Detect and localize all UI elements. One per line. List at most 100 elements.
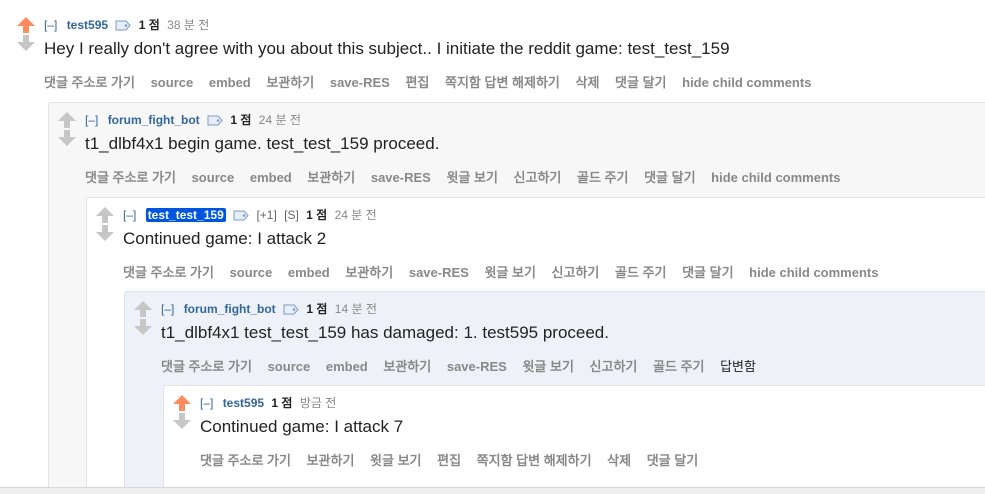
save-res-button[interactable]: save-RES	[447, 359, 507, 374]
embed-button[interactable]: embed	[326, 359, 368, 374]
downvote-arrow-icon[interactable]	[133, 318, 153, 336]
delete-button[interactable]: 삭제	[576, 75, 600, 90]
embed-button[interactable]: embed	[209, 75, 251, 90]
edit-button[interactable]: 편집	[405, 75, 429, 90]
downvote-arrow-icon[interactable]	[95, 224, 115, 242]
downvote-arrow-icon[interactable]	[16, 34, 36, 52]
vote-column	[57, 111, 77, 147]
timestamp: 38 분 전	[167, 18, 210, 32]
collapse-toggle[interactable]: [–]	[161, 302, 174, 316]
comment-tagline: [–] test595 1 점 38 분 전	[44, 16, 209, 34]
save-button[interactable]: 보관하기	[307, 453, 355, 468]
comment-tagline: [–] test_test_159 [+1] [S] 1 점 24 분 전	[123, 206, 377, 224]
give-gold-button[interactable]: 골드 주기	[615, 265, 666, 280]
reply-button[interactable]: 댓글 달기	[682, 265, 733, 280]
collapse-toggle[interactable]: [–]	[85, 113, 98, 127]
reply-button[interactable]: 댓글 달기	[647, 453, 698, 468]
author-link[interactable]: test595	[67, 18, 108, 32]
permalink-button[interactable]: 댓글 주소로 가기	[44, 75, 135, 90]
disable-inbox-replies-button[interactable]: 쪽지함 답변 해제하기	[445, 75, 560, 90]
user-tag-icon[interactable]	[207, 115, 223, 129]
save-res-button[interactable]: save-RES	[330, 75, 390, 90]
vote-column	[16, 16, 36, 52]
vote-column	[133, 300, 153, 336]
report-button[interactable]: 신고하기	[552, 265, 600, 280]
comment-body: Continued game: I attack 7	[200, 417, 404, 436]
downvote-arrow-icon[interactable]	[57, 129, 77, 147]
reply-button[interactable]: 댓글 달기	[615, 75, 666, 90]
hide-child-comments-button[interactable]: hide child comments	[682, 75, 811, 90]
timestamp: 24 분 전	[334, 208, 377, 222]
comment-tagline: [–] forum_fight_bot 1 점 24 분 전	[85, 111, 301, 129]
comment-test595-reply: [–] test595 1 점 방금 전 Continued game: I a…	[163, 385, 985, 493]
upvote-arrow-icon[interactable]	[172, 394, 192, 412]
give-gold-button[interactable]: 골드 주기	[577, 170, 628, 185]
score: 1 점	[271, 396, 293, 410]
report-button[interactable]: 신고하기	[514, 170, 562, 185]
collapse-toggle[interactable]: [–]	[200, 396, 213, 410]
author-link[interactable]: test595	[223, 396, 264, 410]
save-button[interactable]: 보관하기	[266, 75, 314, 90]
collapse-toggle[interactable]: [–]	[123, 208, 136, 222]
save-button[interactable]: 보관하기	[345, 265, 393, 280]
user-tag-icon[interactable]	[283, 304, 299, 318]
user-tag-icon[interactable]	[115, 20, 132, 34]
comment-buttons: 댓글 주소로 가기 source embed 보관하기 save-RES 편집 …	[44, 72, 823, 91]
downvote-arrow-icon[interactable]	[172, 412, 192, 430]
upvote-arrow-icon[interactable]	[16, 16, 36, 34]
parent-button[interactable]: 윗글 보기	[522, 359, 573, 374]
comment-buttons: 댓글 주소로 가기 source embed 보관하기 save-RES 윗글 …	[161, 356, 768, 375]
hide-child-comments-button[interactable]: hide child comments	[749, 265, 878, 280]
vote-weight-tag: [+1]	[256, 208, 277, 222]
edit-button[interactable]: 편집	[437, 453, 461, 468]
timestamp: 24 분 전	[258, 113, 301, 127]
collapse-toggle[interactable]: [–]	[44, 18, 57, 32]
embed-button[interactable]: embed	[250, 170, 292, 185]
disable-inbox-replies-button[interactable]: 쪽지함 답변 해제하기	[477, 453, 592, 468]
reply-button[interactable]: 댓글 달기	[644, 170, 695, 185]
parent-button[interactable]: 윗글 보기	[484, 265, 535, 280]
upvote-arrow-icon[interactable]	[133, 300, 153, 318]
timestamp: 방금 전	[299, 396, 337, 410]
vote-column	[95, 206, 115, 242]
save-button[interactable]: 보관하기	[307, 170, 355, 185]
source-button[interactable]: source	[230, 265, 273, 280]
score: 1 점	[230, 113, 252, 127]
comment-buttons: 댓글 주소로 가기 source embed 보관하기 save-RES 윗글 …	[85, 167, 852, 186]
permalink-button[interactable]: 댓글 주소로 가기	[200, 453, 291, 468]
comment-buttons: 댓글 주소로 가기 source embed 보관하기 save-RES 윗글 …	[123, 262, 890, 281]
submitter-tag: [S]	[284, 208, 299, 222]
upvote-arrow-icon[interactable]	[57, 111, 77, 129]
comment-buttons: 댓글 주소로 가기 보관하기 윗글 보기 편집 쪽지함 답변 해제하기 삭제 댓…	[200, 450, 710, 469]
comment-body: Hey I really don't agree with you about …	[44, 39, 730, 58]
permalink-button[interactable]: 댓글 주소로 가기	[85, 170, 176, 185]
permalink-button[interactable]: 댓글 주소로 가기	[161, 359, 252, 374]
replied-status: 답변함	[720, 359, 756, 374]
score: 1 점	[138, 18, 160, 32]
parent-button[interactable]: 윗글 보기	[446, 170, 497, 185]
comment-body: Continued game: I attack 2	[123, 229, 327, 248]
source-button[interactable]: source	[268, 359, 311, 374]
user-tag-icon[interactable]	[233, 210, 249, 224]
author-link[interactable]: forum_fight_bot	[108, 113, 200, 127]
comment-body: t1_dlbf4x1 test_test_159 has damaged: 1.…	[161, 323, 609, 342]
hide-child-comments-button[interactable]: hide child comments	[711, 170, 840, 185]
source-button[interactable]: source	[151, 75, 194, 90]
source-button[interactable]: source	[192, 170, 235, 185]
upvote-arrow-icon[interactable]	[95, 206, 115, 224]
delete-button[interactable]: 삭제	[607, 453, 631, 468]
comment-tagline: [–] test595 1 점 방금 전	[200, 394, 336, 411]
embed-button[interactable]: embed	[288, 265, 330, 280]
permalink-button[interactable]: 댓글 주소로 가기	[123, 265, 214, 280]
save-res-button[interactable]: save-RES	[371, 170, 431, 185]
score: 1 점	[306, 208, 328, 222]
score: 1 점	[306, 302, 328, 316]
give-gold-button[interactable]: 골드 주기	[653, 359, 704, 374]
parent-button[interactable]: 윗글 보기	[370, 453, 421, 468]
report-button[interactable]: 신고하기	[590, 359, 638, 374]
save-res-button[interactable]: save-RES	[409, 265, 469, 280]
save-button[interactable]: 보관하기	[383, 359, 431, 374]
comment-tagline: [–] forum_fight_bot 1 점 14 분 전	[161, 300, 377, 318]
author-link[interactable]: test_test_159	[145, 208, 226, 222]
author-link[interactable]: forum_fight_bot	[184, 302, 276, 316]
